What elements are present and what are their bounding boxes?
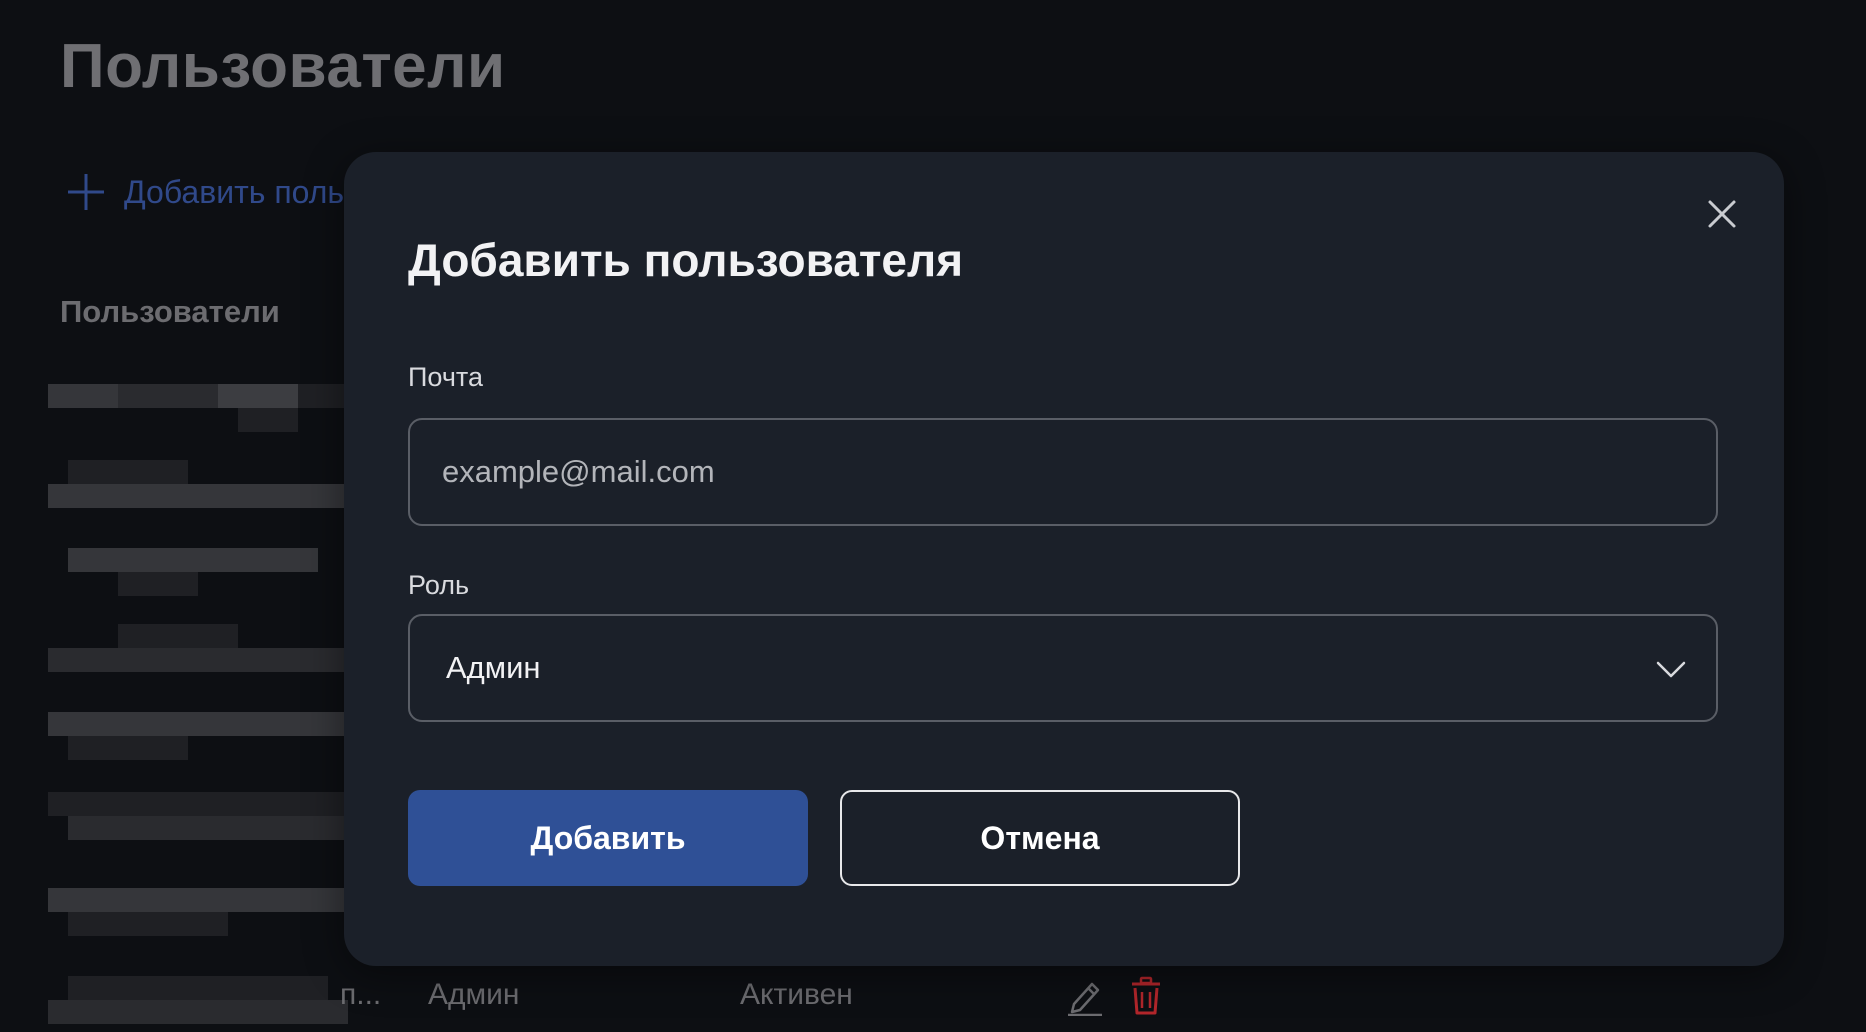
add-button[interactable]: Добавить [408, 790, 808, 886]
list-item [48, 384, 348, 432]
modal-title: Добавить пользователя [408, 234, 964, 286]
cancel-button[interactable]: Отмена [840, 790, 1240, 886]
edit-icon[interactable] [1066, 976, 1104, 1016]
role-select-value: Админ [446, 650, 541, 685]
users-section-title: Пользователи [60, 294, 280, 329]
list-item [48, 976, 348, 1024]
email-field[interactable] [408, 418, 1718, 526]
list-item [48, 460, 348, 508]
list-item [48, 548, 348, 596]
close-icon[interactable] [1700, 192, 1744, 236]
users-list-blurred [48, 352, 348, 1032]
role-label: Роль [408, 570, 470, 600]
role-select[interactable]: Админ [408, 614, 1718, 722]
plus-icon [68, 174, 104, 210]
add-user-link[interactable]: Добавить поль [66, 172, 344, 212]
user-status: Активен [740, 978, 853, 1011]
add-user-link-label: Добавить поль [124, 173, 345, 210]
user-email-truncated: п... [340, 978, 382, 1011]
page-title: Пользователи [60, 32, 506, 101]
email-label: Почта [408, 362, 483, 392]
user-role: Админ [428, 978, 520, 1011]
list-item [48, 624, 348, 672]
chevron-down-icon [1656, 661, 1686, 678]
list-item [48, 888, 348, 936]
list-item [48, 712, 348, 760]
list-item [48, 792, 348, 840]
add-user-modal: Добавить пользователя Почта Роль Админ Д… [344, 152, 1784, 966]
users-page: Пользователи Добавить поль Пользователи [0, 0, 1866, 1032]
trash-icon[interactable] [1130, 976, 1162, 1016]
